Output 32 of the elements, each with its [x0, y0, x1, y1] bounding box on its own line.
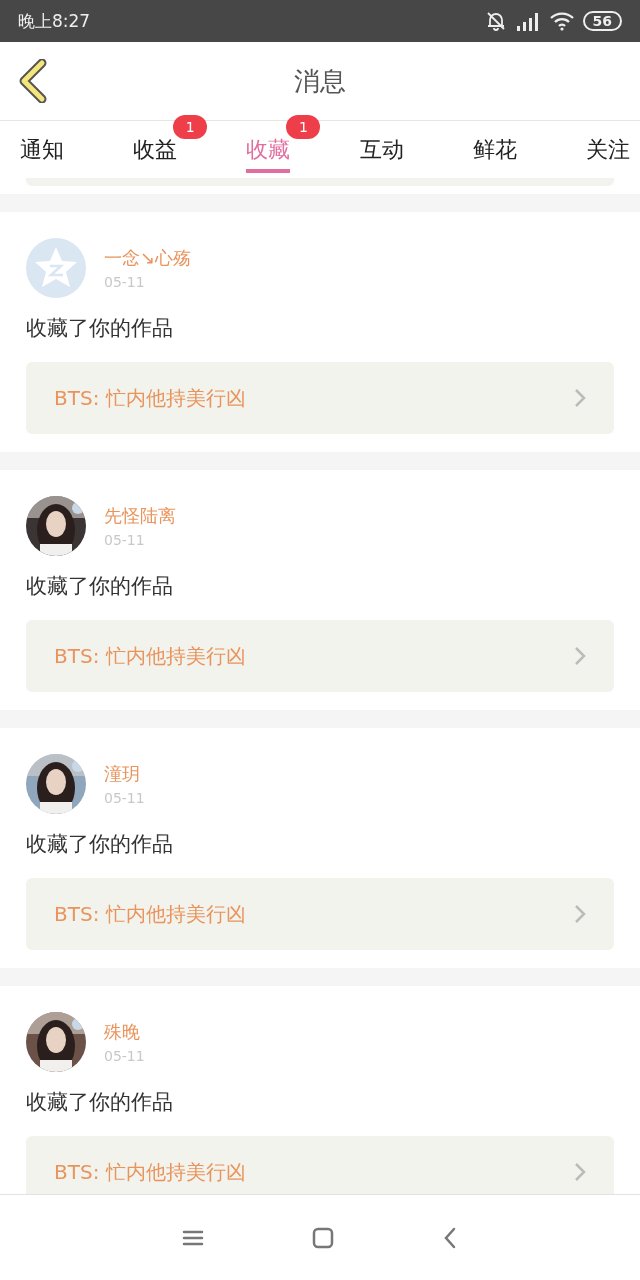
- tab[interactable]: 互动: [359, 125, 404, 173]
- chevron-right-icon: [574, 1162, 586, 1182]
- count-badge: 1: [173, 115, 208, 139]
- chevron-right-icon: [574, 646, 586, 666]
- status-time: 晚上8:27: [18, 9, 91, 33]
- message-text: 收藏了你的作品: [26, 315, 174, 342]
- battery-level: 56: [582, 11, 622, 31]
- chevron-right-icon: [574, 904, 586, 924]
- work-link[interactable]: BTS: 忙内他持美行凶: [26, 878, 614, 950]
- tab[interactable]: 通知: [20, 125, 64, 173]
- signal-icon: [514, 10, 541, 32]
- bell-off-icon: [484, 10, 507, 32]
- message-text: 收藏了你的作品: [26, 573, 174, 600]
- chevron-right-icon: [574, 388, 586, 408]
- wifi-icon: [548, 11, 575, 31]
- back-icon[interactable]: [442, 1226, 458, 1249]
- user-name[interactable]: 殊晚: [104, 1020, 145, 1044]
- page-title: 消息: [294, 64, 346, 98]
- home-square-icon[interactable]: [312, 1226, 334, 1249]
- work-link[interactable]: BTS: 忙内他持美行凶: [26, 620, 614, 692]
- work-link[interactable]: BTS: 忙内他持美行凶: [26, 362, 614, 434]
- avatar-placeholder-icon: [26, 238, 86, 298]
- user-name[interactable]: 潼玥: [104, 762, 145, 786]
- tab[interactable]: 鲜花: [472, 125, 517, 173]
- menu-icon[interactable]: [182, 1228, 204, 1247]
- message-text: 收藏了你的作品: [26, 1089, 174, 1116]
- work-link[interactable]: BTS: 忙内他持美行凶: [26, 1136, 614, 1194]
- user-name[interactable]: 一念↘心殇: [104, 246, 192, 270]
- user-name[interactable]: 先怪陆离: [104, 504, 176, 528]
- message-text: 收藏了你的作品: [26, 831, 174, 858]
- tab[interactable]: 关注: [585, 125, 630, 173]
- count-badge: 1: [286, 115, 321, 139]
